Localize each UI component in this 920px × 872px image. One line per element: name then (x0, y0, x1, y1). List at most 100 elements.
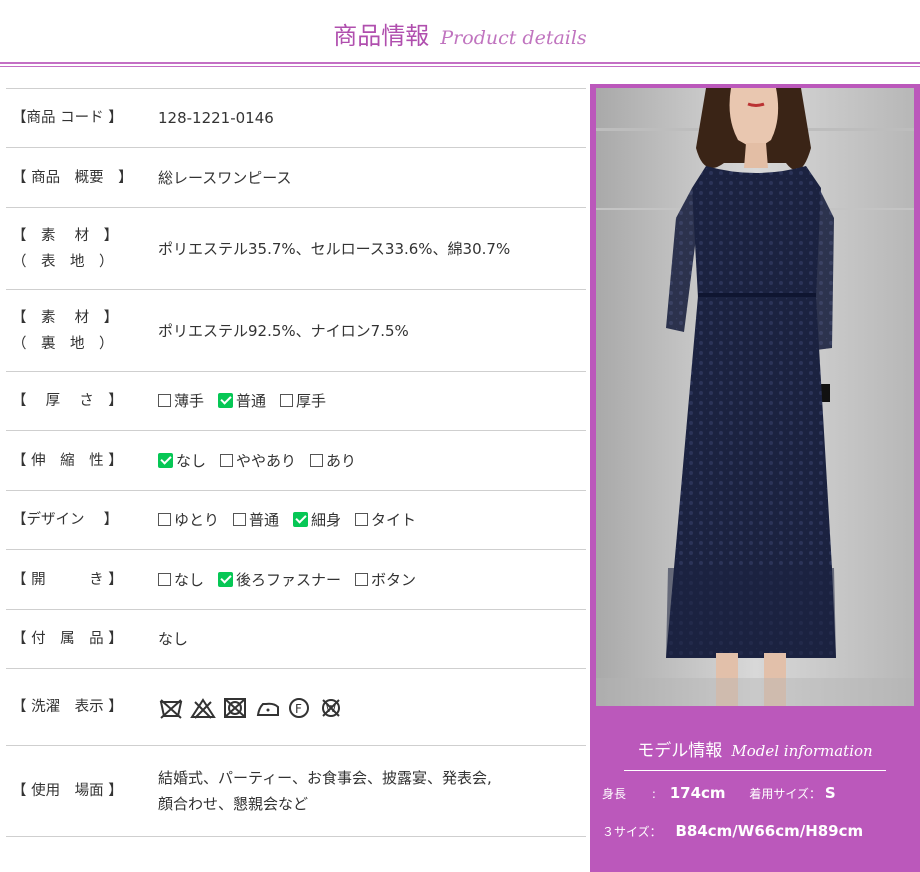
model-info-title: モデル情報 Model information (590, 736, 920, 761)
checkbox-option: ボタン (355, 571, 416, 589)
detail-value: 128-1221-0146 (158, 105, 586, 131)
option-label: ゆとり (174, 511, 220, 529)
detail-value: FW (158, 694, 586, 720)
checkbox-option: なし (158, 452, 206, 470)
detail-row: 【 付 属 品 】 なし (6, 609, 586, 668)
detail-value: 薄手 普通 厚手 (158, 388, 586, 414)
unchecked-box-icon (158, 513, 171, 526)
dress-photo-illustration (596, 88, 914, 706)
unchecked-box-icon (355, 513, 369, 526)
detail-row: 【 洗濯 表示 】 F W (6, 668, 586, 745)
detail-label: 【商品 コード 】 (12, 110, 123, 126)
option-label: 薄手 (174, 392, 205, 410)
detail-label: 【 商品 概要 】 (12, 169, 133, 186)
page-header: 商品情報 Product details (0, 0, 920, 60)
detail-row: 【 商品 概要 】 総レースワンピース (6, 147, 586, 207)
checkbox-option: 薄手 (158, 392, 204, 410)
model-title-jp: モデル情報 (637, 741, 723, 761)
detail-row: 【 厚 さ 】 薄手 普通 厚手 (6, 371, 586, 430)
model-measure-row: ３サイズ： B84cm/W66cm/H89cm (602, 822, 863, 840)
checked-box-icon (293, 512, 309, 527)
detail-label: 【 素 材 】 （ 裏 地 ） (12, 309, 119, 352)
height-colon: : (651, 787, 656, 801)
option-label: 厚手 (296, 392, 327, 410)
checkbox-option: 普通 (233, 511, 279, 529)
detail-label: 【デザイン 】 (12, 512, 119, 528)
height-value: 174cm (669, 784, 726, 802)
no-wet-clean-icon: W (322, 698, 340, 717)
model-divider (624, 770, 886, 771)
measure-label: ３サイズ： (602, 825, 662, 839)
detail-row: 【 素 材 】 （ 表 地 ） ポリエステル35.7%、セルロース33.6%、綿3… (6, 207, 586, 289)
detail-value-text: ポリエステル35.7%、セルロース33.6%、綿30.7% (158, 239, 511, 258)
height-label: 身長 (602, 787, 627, 801)
option-label: 細身 (311, 511, 342, 529)
checkbox-option: 普通 (218, 392, 266, 410)
detail-label: 【 素 材 】 （ 表 地 ） (12, 227, 119, 270)
unchecked-box-icon (158, 394, 171, 407)
size-label: 着用サイズ： (749, 787, 822, 801)
detail-row: 【 素 材 】 （ 裏 地 ） ポリエステル92.5%、ナイロン7.5% (6, 289, 586, 371)
svg-text:F: F (295, 702, 302, 716)
detail-row: 【デザイン 】 ゆとり 普通 細身 タイト (6, 490, 586, 549)
detail-value: 結婚式、パーティー、お食事会、披露宴、発表会, 顔合わせ、懇親会など (158, 765, 586, 817)
measure-value: B84cm/W66cm/H89cm (675, 822, 864, 840)
checked-box-icon (158, 452, 173, 468)
option-label: ややあり (236, 451, 297, 470)
header-divider-thin (0, 66, 920, 67)
unchecked-box-icon (220, 453, 234, 467)
checked-box-icon (218, 393, 234, 408)
detail-value-text: 総レースワンピース (158, 168, 292, 187)
unchecked-box-icon (280, 394, 294, 407)
header-divider (0, 62, 920, 64)
option-label: 普通 (236, 392, 267, 410)
unchecked-box-icon (233, 513, 247, 526)
unchecked-box-icon (355, 572, 369, 586)
unchecked-box-icon (310, 453, 324, 467)
detail-row: 【商品 コード 】 128-1221-0146 (6, 88, 586, 147)
no-tumble-dry-icon (224, 697, 246, 718)
detail-label: 【 付 属 品 】 (12, 631, 123, 647)
title-jp: 商品情報 (333, 22, 430, 50)
checkbox-option: タイト (355, 511, 416, 529)
detail-value: なし 後ろファスナー ボタン (158, 567, 586, 593)
size-value: S (824, 784, 836, 802)
checkbox-option: ゆとり (158, 511, 219, 529)
detail-label: 【 開 き 】 (12, 571, 123, 588)
detail-value-text: なし (158, 630, 189, 648)
checkbox-option: 細身 (293, 511, 341, 529)
option-label: 普通 (249, 511, 280, 529)
checkbox-option: 厚手 (280, 392, 326, 410)
model-height-row: 身長 : 174cm 着用サイズ： S (602, 784, 836, 802)
detail-value: なし (158, 626, 586, 652)
option-label: 後ろファスナー (236, 570, 342, 589)
detail-label: 【 厚 さ 】 (12, 393, 123, 409)
detail-label: 【 洗濯 表示 】 (12, 699, 123, 715)
checkbox-option: 後ろファスナー (218, 571, 341, 589)
unchecked-box-icon (158, 572, 171, 586)
no-bleach-icon (190, 697, 216, 719)
detail-value: 総レースワンピース (158, 165, 586, 191)
detail-value-text: 128-1221-0146 (158, 109, 274, 127)
detail-value-text: ポリエステル92.5%、ナイロン7.5% (158, 321, 409, 340)
option-label: あり (326, 451, 357, 470)
model-panel: モデル情報 Model information 身長 : 174cm 着用サイズ… (590, 84, 920, 872)
detail-value: ポリエステル92.5%、ナイロン7.5% (158, 318, 586, 344)
detail-value: ポリエステル35.7%、セルロース33.6%、綿30.7% (158, 236, 586, 262)
option-label: なし (174, 570, 205, 589)
no-washing-icon (159, 698, 183, 719)
detail-row: 【 伸 縮 性 】 なし ややあり あり (6, 430, 586, 490)
dry-clean-f-icon: F (289, 697, 309, 718)
detail-value-text: 結婚式、パーティー、お食事会、披露宴、発表会, 顔合わせ、懇親会など (158, 769, 492, 813)
model-title-en: Model information (731, 742, 873, 760)
option-label: なし (176, 451, 207, 470)
detail-row: 【 開 き 】 なし 後ろファスナー ボタン (6, 549, 586, 609)
model-photo (596, 88, 914, 706)
checkbox-option: なし (158, 571, 204, 589)
checkbox-option: ややあり (220, 452, 296, 470)
checked-box-icon (218, 571, 234, 587)
detail-value: ゆとり 普通 細身 タイト (158, 507, 586, 533)
detail-label: 【 伸 縮 性 】 (12, 452, 123, 469)
checkbox-option: あり (310, 452, 356, 470)
title-en: Product details (440, 27, 587, 49)
